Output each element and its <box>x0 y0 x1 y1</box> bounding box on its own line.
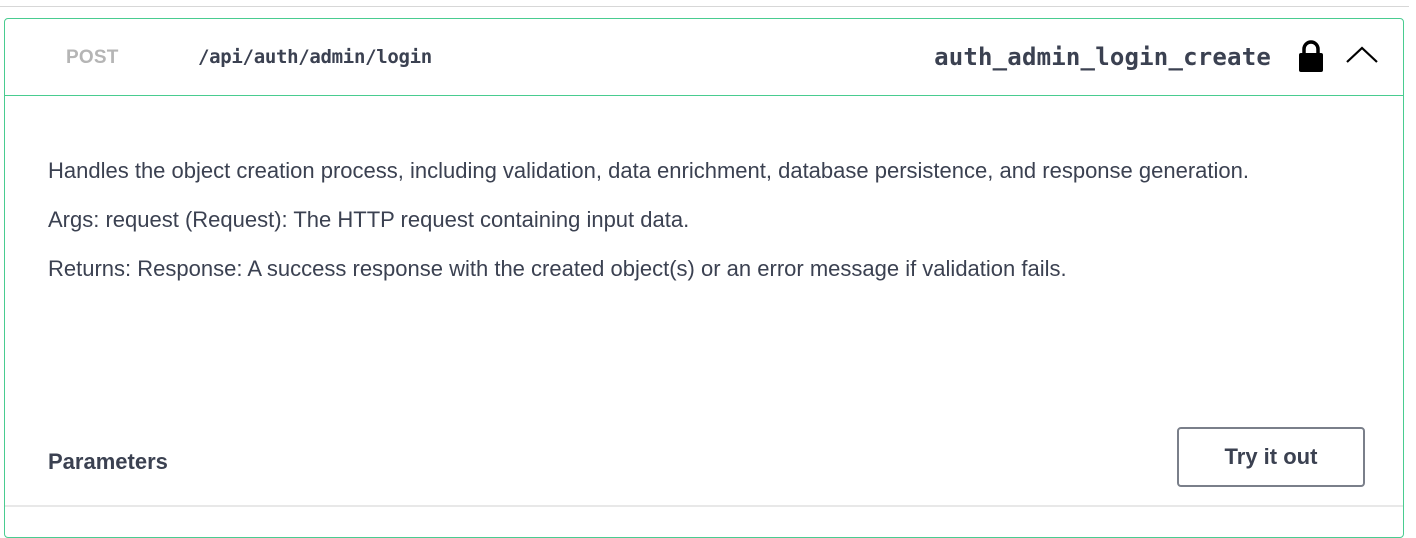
chevron-up-icon[interactable] <box>1343 41 1381 69</box>
operation-summary[interactable]: POST /api/auth/admin/login auth_admin_lo… <box>5 19 1403 96</box>
operation-id: auth_admin_login_create <box>934 43 1271 71</box>
try-it-out-button[interactable]: Try it out <box>1177 427 1365 487</box>
operation-description: Handles the object creation process, inc… <box>48 155 1378 302</box>
description-args: Args: request (Request): The HTTP reques… <box>48 207 690 232</box>
operation-block: POST /api/auth/admin/login auth_admin_lo… <box>4 18 1404 538</box>
description-summary: Handles the object creation process, inc… <box>48 158 1249 183</box>
parameters-divider <box>5 505 1403 507</box>
parameters-title: Parameters <box>48 449 168 474</box>
lock-icon[interactable] <box>1297 39 1325 73</box>
top-divider <box>0 6 1409 7</box>
endpoint-path: /api/auth/admin/login <box>198 46 432 68</box>
parameters-section-header: Parameters Try it out <box>5 424 1403 504</box>
description-returns: Returns: Response: A success response wi… <box>48 256 1067 281</box>
http-method-badge: POST <box>66 47 119 68</box>
